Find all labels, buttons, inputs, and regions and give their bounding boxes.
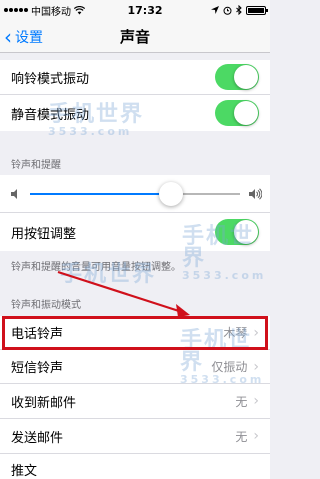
ring-vibrate-row: 响铃模式振动 [0, 60, 270, 95]
back-label: 设置 [15, 29, 43, 46]
ringtone-row[interactable]: 电话铃声 木琴 › [0, 316, 270, 350]
toggle-knob [234, 220, 258, 244]
status-left: 中国移动 [4, 3, 114, 18]
ringtone-label: 电话铃声 [11, 327, 64, 342]
chevron-right-icon: › [253, 428, 259, 444]
sent-mail-row[interactable]: 发送邮件 无 › [0, 419, 270, 454]
wifi-icon [74, 5, 85, 14]
new-mail-value: 无 [235, 394, 248, 409]
volume-slider-knob[interactable] [158, 181, 183, 206]
text-tone-label: 短信铃声 [11, 361, 64, 376]
page-title: 声音 [119, 27, 150, 46]
toggle-knob [234, 65, 258, 89]
new-mail-label: 收到新邮件 [11, 395, 77, 411]
ring-vibrate-toggle[interactable] [215, 64, 259, 90]
sent-mail-label: 发送邮件 [11, 430, 64, 446]
tweet-row[interactable]: 推文 [0, 454, 270, 479]
signal-icon [4, 8, 28, 12]
ring-vibrate-label: 响铃模式振动 [11, 71, 90, 87]
change-with-buttons-label: 用按钮调整 [11, 226, 77, 242]
text-tone-row[interactable]: 短信铃声 仅振动 › [0, 350, 270, 384]
change-with-buttons-row: 用按钮调整 [0, 213, 270, 251]
volume-slider[interactable] [30, 181, 240, 206]
back-button[interactable]: ‹ 设置 [4, 20, 43, 53]
status-time: 17:32 [127, 3, 163, 17]
status-right [176, 5, 268, 15]
sent-mail-value: 无 [235, 429, 248, 444]
location-icon [211, 6, 219, 14]
chevron-left-icon: ‹ [4, 24, 12, 49]
volume-low-icon [11, 188, 17, 199]
silent-vibrate-toggle[interactable] [215, 100, 259, 126]
alarm-icon [223, 6, 232, 15]
bluetooth-icon [236, 5, 242, 15]
volume-slider-fill [30, 192, 171, 195]
carrier-label: 中国移动 [31, 6, 71, 18]
battery-icon [246, 5, 268, 15]
status-bar: 中国移动 17:32 [0, 0, 270, 20]
ringtone-value: 木琴 [223, 326, 248, 340]
toggle-knob [234, 101, 258, 125]
chevron-right-icon: › [253, 324, 259, 341]
ringer-section-note: 铃声和提醒的音量可用音量按钮调整。 [11, 262, 181, 273]
text-tone-value: 仅振动 [211, 360, 248, 374]
tweet-label: 推文 [11, 464, 38, 479]
nav-bar: ‹ 设置 声音 [0, 20, 270, 53]
change-with-buttons-toggle[interactable] [215, 219, 259, 245]
ringer-section-header: 铃声和提醒 [11, 160, 61, 171]
silent-vibrate-row: 静音模式振动 [0, 95, 270, 131]
volume-slider-row [0, 175, 270, 213]
patterns-section-header: 铃声和振动模式 [11, 300, 81, 311]
chevron-right-icon: › [253, 393, 259, 409]
silent-vibrate-label: 静音模式振动 [11, 107, 90, 123]
chevron-right-icon: › [253, 358, 259, 375]
new-mail-row[interactable]: 收到新邮件 无 › [0, 384, 270, 419]
volume-high-icon [249, 187, 262, 200]
